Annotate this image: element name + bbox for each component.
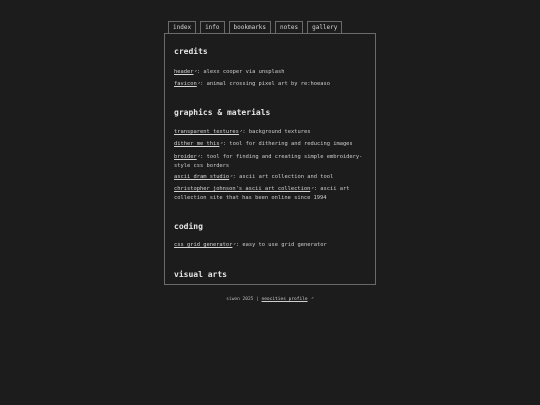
list-item: header↗: alexx cooper via unsplash [174,67,366,77]
nav-tabs: index info bookmarks notes gallery [168,20,343,33]
entry-description: : ascii art collection and tool [232,174,334,180]
tab-notes[interactable]: notes [275,21,304,33]
list-item: css grid generator↗: easy to use grid ge… [174,240,366,250]
link-header[interactable]: header [174,69,193,75]
entry-description: : easy to use grid generator [235,242,327,248]
section-title-graphics: graphics & materials [174,108,271,117]
section-title-visual-arts: visual arts [174,270,227,279]
list-item: ascii dram studio↗: ascii art collection… [174,172,366,182]
tab-index[interactable]: index [168,21,197,33]
link-dither-me-this[interactable]: dither me this [174,141,219,147]
link-favicon[interactable]: favicon [174,81,197,87]
entry-description: : animal crossing pixel art by re:hoeaso [200,81,330,87]
section-title-coding: coding [174,222,203,231]
external-link-icon: ↗ [311,295,314,300]
entry-description: : background textures [242,129,311,135]
entry-description: : tool for finding and creating simple e… [174,154,363,169]
link-christopher-johnson-ascii[interactable]: christopher johnson's ascii art collecti… [174,186,310,192]
link-ascii-dram-studio[interactable]: ascii dram studio [174,174,229,180]
list-item: favicon↗: animal crossing pixel art by r… [174,79,366,89]
footer-text: siwon 2025 | [226,297,262,302]
list-item: transparent textures↗: background textur… [174,127,366,137]
tab-bookmarks[interactable]: bookmarks [228,21,272,33]
tab-info[interactable]: info [200,21,225,33]
link-broider[interactable]: broider [174,154,197,160]
link-css-grid-generator[interactable]: css grid generator [174,242,232,248]
list-item: dither me this↗: tool for dithering and … [174,139,366,149]
tab-gallery[interactable]: gallery [307,21,343,33]
section-title-credits: credits [174,47,208,56]
footer: siwon 2025 | neocities profile ↗ [0,295,540,302]
list-item: christopher johnson's ascii art collecti… [174,184,366,202]
entry-description: : alexx cooper via unsplash [196,69,285,75]
neocities-profile-link[interactable]: neocities profile [262,297,308,302]
content-panel[interactable]: credits header↗: alexx cooper via unspla… [164,33,376,285]
entry-description: : tool for dithering and reducing images [222,141,353,147]
link-transparent-textures[interactable]: transparent textures [174,129,239,135]
list-item: broider↗: tool for finding and creating … [174,152,366,170]
